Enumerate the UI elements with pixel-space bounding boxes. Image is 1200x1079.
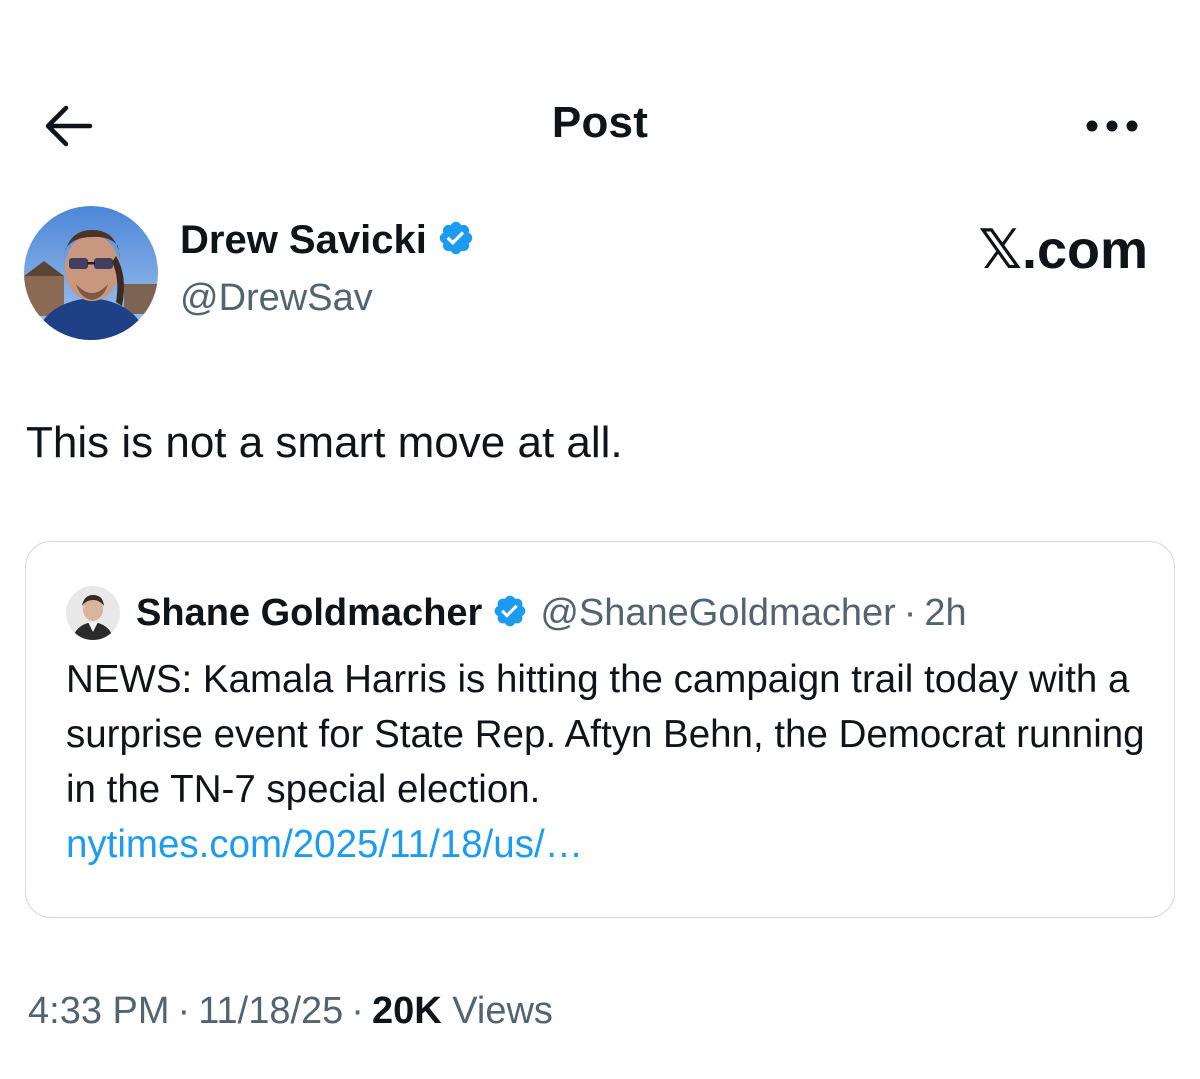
post-meta: 4:33 PM · 11/18/25 · 20K Views	[28, 990, 553, 1033]
x-brand-watermark: 𝕏.com	[978, 220, 1148, 280]
views-label: Views	[452, 990, 553, 1032]
quoted-post-header: Shane Goldmacher @ShaneGoldmacher · 2h	[66, 586, 967, 640]
quoted-post-text: NEWS: Kamala Harris is hitting the campa…	[66, 658, 1145, 811]
quoted-post-body: NEWS: Kamala Harris is hitting the campa…	[66, 652, 1146, 872]
post-text: This is not a smart move at all.	[26, 418, 623, 467]
verified-badge-icon	[492, 593, 528, 634]
quoted-post-card[interactable]: Shane Goldmacher @ShaneGoldmacher · 2h N…	[25, 541, 1175, 918]
views-count[interactable]: 20K	[372, 990, 442, 1032]
author-name-row[interactable]: Drew Savicki	[180, 218, 475, 263]
post-page: Post Drew Savicki @DrewSav 𝕏.com This is…	[0, 0, 1200, 1079]
quoted-author-handle: @ShaneGoldmacher	[540, 591, 896, 634]
page-title: Post	[551, 98, 649, 147]
post-time: 4:33 PM	[28, 990, 170, 1032]
quoted-author-name: Shane Goldmacher	[136, 591, 483, 634]
separator-dot: ·	[903, 591, 917, 634]
separator-dot: ·	[351, 990, 364, 1032]
more-horizontal-icon	[1086, 120, 1138, 132]
author-avatar[interactable]	[24, 206, 158, 340]
quoted-post-link[interactable]: nytimes.com/2025/11/18/us/…	[66, 817, 1146, 872]
separator-dot: ·	[177, 990, 191, 1032]
author-name: Drew Savicki	[180, 218, 427, 262]
more-options-button[interactable]	[1078, 108, 1146, 144]
author-handle[interactable]: @DrewSav	[180, 277, 373, 320]
post-date: 11/18/25	[198, 990, 344, 1032]
quoted-author-avatar	[66, 586, 120, 640]
quoted-post-time: 2h	[924, 591, 967, 634]
verified-badge-icon	[437, 219, 475, 262]
